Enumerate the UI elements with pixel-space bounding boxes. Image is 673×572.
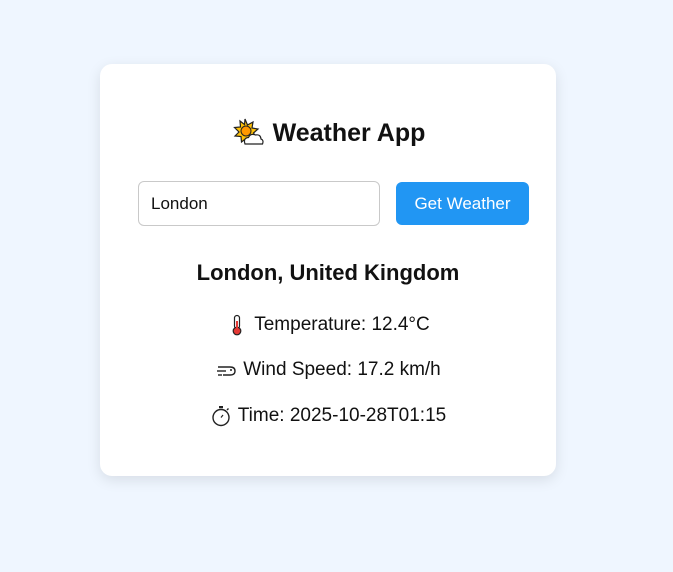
location-heading: London, United Kingdom [196, 260, 460, 285]
temperature-row: Temperature: 12.4°C [100, 312, 556, 338]
wind-speed-value: Wind Speed: 17.2 km/h [243, 359, 441, 380]
title-row: Weather App [100, 116, 556, 150]
time-value: Time: 2025-10-28T01:15 [237, 405, 447, 426]
time-row: Time: 2025-10-28T01:15 [100, 403, 556, 429]
weather-card: Weather App Get Weather London, United K… [100, 64, 556, 476]
thermometer-icon [226, 314, 248, 336]
wind-face-icon [215, 359, 237, 381]
stopwatch-icon [210, 405, 232, 427]
wind-row: Wind Speed: 17.2 km/h [100, 357, 556, 383]
city-input[interactable] [138, 181, 380, 226]
temperature-value: Temperature: 12.4°C [254, 314, 430, 335]
sun-behind-cloud-icon [231, 117, 265, 149]
get-weather-button[interactable]: Get Weather [396, 182, 529, 225]
page-title: Weather App [272, 118, 426, 147]
